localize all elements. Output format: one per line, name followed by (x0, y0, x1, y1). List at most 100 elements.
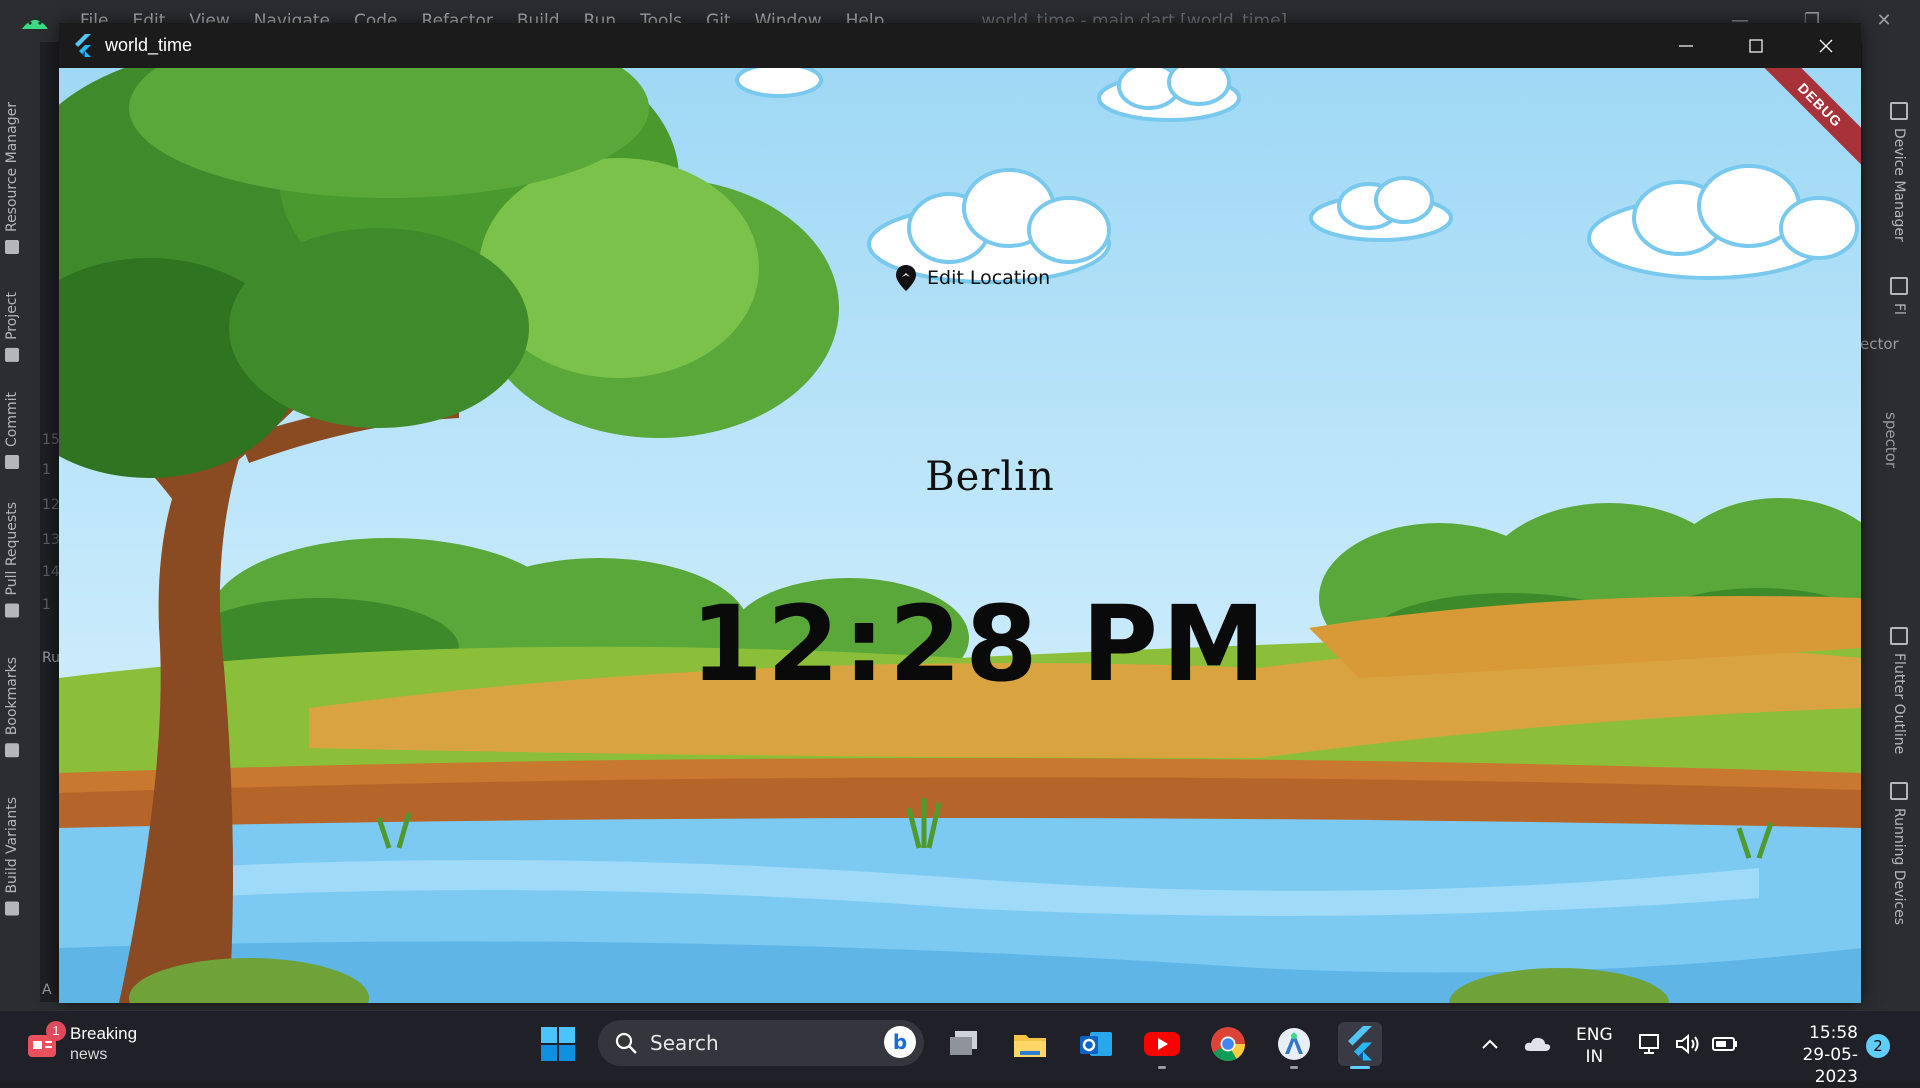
tab-pull-requests[interactable]: Pull Requests (4, 502, 20, 618)
editor-gutter: 15 1 12 13 14 1 Ru A (40, 42, 60, 1012)
network-icon (1639, 1034, 1659, 1054)
clock[interactable]: 15:58 29-05-2023 (1760, 1022, 1858, 1088)
run-tab-partial[interactable]: Ru (42, 650, 60, 666)
cloud (1309, 176, 1453, 242)
active-indicator (1350, 1066, 1370, 1069)
tab-label: Device Manager (1891, 128, 1907, 242)
volume-button[interactable] (1668, 1022, 1708, 1066)
line-number: 13 (42, 532, 60, 548)
close-button[interactable] (1791, 23, 1861, 68)
taskbar-flutter-app[interactable] (1338, 1022, 1382, 1069)
notification-badge[interactable]: 2 (1866, 1034, 1890, 1058)
bookmark-icon (5, 743, 19, 758)
onedrive-button[interactable] (1518, 1022, 1558, 1066)
search-label: Search (650, 1031, 719, 1055)
tab-project[interactable]: Project (4, 292, 20, 362)
tab-running-devices[interactable]: Running Devices (1890, 782, 1908, 925)
taskbar-android-studio[interactable] (1272, 1022, 1316, 1069)
tab-label: Pull Requests (4, 502, 20, 596)
search-icon (615, 1032, 637, 1054)
tab-label: Build Variants (4, 797, 20, 894)
commit-icon (5, 455, 19, 469)
taskbar-youtube[interactable] (1140, 1022, 1184, 1069)
volume-icon (1676, 1033, 1699, 1055)
taskbar-search[interactable]: Search b (598, 1020, 924, 1066)
tab-label: Resource Manager (4, 102, 20, 233)
inspector-partial: ector (1860, 335, 1899, 353)
file-explorer-icon (950, 1031, 977, 1055)
news-subtitle: news (70, 1046, 108, 1063)
cloud (1587, 164, 1859, 280)
tab-label: Project (4, 292, 20, 340)
taskbar-files[interactable] (1008, 1022, 1052, 1066)
folder-icon (5, 347, 19, 362)
news-title: Breaking (70, 1024, 138, 1043)
background-scene (59, 68, 1861, 1003)
language-indicator[interactable]: ENG IN (1576, 1024, 1613, 1068)
flutter-icon (75, 33, 91, 57)
news-icon: 1 (26, 1021, 66, 1059)
tab-label: Commit (4, 392, 20, 447)
bing-icon[interactable]: b (884, 1026, 916, 1058)
battery-button[interactable] (1705, 1022, 1745, 1066)
line-number: 12 (42, 497, 60, 513)
line-number: 14 (42, 564, 60, 580)
region-code: IN (1585, 1047, 1604, 1067)
tab-resource-manager[interactable]: Resource Manager (4, 102, 20, 255)
show-hidden-icons-button[interactable] (1470, 1022, 1510, 1066)
pull-request-icon (5, 603, 19, 618)
cloud (735, 68, 823, 98)
cloud (1097, 68, 1241, 122)
app-titlebar: world_time (59, 23, 1861, 68)
edit-location-button[interactable]: Edit Location (885, 258, 1060, 298)
tab-device-manager[interactable]: Device Manager (1890, 102, 1908, 242)
tab-label: Running Devices (1891, 808, 1907, 925)
app-canvas: Edit Location Berlin 12:28 PM DEBUG (59, 68, 1861, 1003)
app-window: world_time Edit Location Berlin 12:28 PM… (59, 23, 1861, 1003)
time-display: 12:28 PM (690, 583, 1270, 705)
tab-label: Flutter Outline (1891, 653, 1907, 755)
android-logo-icon (22, 20, 48, 29)
right-tool-strip: Device Manager Fl Flutter Outline Runnin… (1860, 42, 1920, 1012)
status-partial: A (42, 982, 52, 998)
network-button[interactable] (1630, 1022, 1670, 1066)
build-variants-icon (5, 901, 19, 916)
outlook-icon (1080, 1032, 1112, 1056)
tab-bookmarks[interactable]: Bookmarks (4, 657, 20, 758)
news-widget[interactable]: 1 Breaking news (26, 1021, 138, 1065)
tab-flutter-outline[interactable]: Flutter Outline (1890, 627, 1908, 754)
clock-date: 29-05-2023 (1802, 1045, 1858, 1087)
left-tool-strip: Resource Manager Project Commit Pull Req… (0, 42, 41, 1012)
minimize-button[interactable] (1651, 23, 1721, 68)
ide-status-bar (0, 1002, 1920, 1010)
running-indicator (1158, 1066, 1166, 1069)
task-view-button[interactable] (942, 1022, 986, 1066)
tab-label: Bookmarks (4, 657, 20, 736)
line-number: 1 (42, 462, 51, 478)
clock-time: 15:58 (1809, 1023, 1858, 1043)
taskbar-chrome[interactable] (1206, 1022, 1250, 1066)
device-manager-icon (1890, 102, 1908, 120)
taskbar-outlook[interactable] (1074, 1022, 1118, 1066)
minimize-icon (1679, 44, 1693, 47)
flutter-icon (1890, 627, 1908, 645)
location-name: Berlin (925, 454, 1055, 500)
location-pin-icon (896, 265, 916, 291)
cloud-icon (1524, 1037, 1551, 1051)
edit-location-label: Edit Location (927, 267, 1051, 289)
maximize-icon (1749, 38, 1763, 53)
files-icon (1014, 1035, 1046, 1057)
running-indicator (1290, 1066, 1298, 1069)
tab-build-variants[interactable]: Build Variants (4, 797, 20, 916)
news-badge: 1 (46, 1021, 66, 1041)
tab-flutter-inspector[interactable]: Fl (1890, 277, 1908, 315)
tab-commit[interactable]: Commit (4, 392, 20, 469)
start-button[interactable] (540, 1026, 576, 1066)
flutter-icon (1890, 277, 1908, 295)
app-window-title: world_time (105, 35, 193, 55)
running-devices-icon (1890, 782, 1908, 800)
android-studio-icon (1278, 1028, 1310, 1060)
line-number: 15 (42, 432, 60, 448)
language-code: ENG (1576, 1025, 1613, 1045)
maximize-button[interactable] (1721, 23, 1791, 68)
